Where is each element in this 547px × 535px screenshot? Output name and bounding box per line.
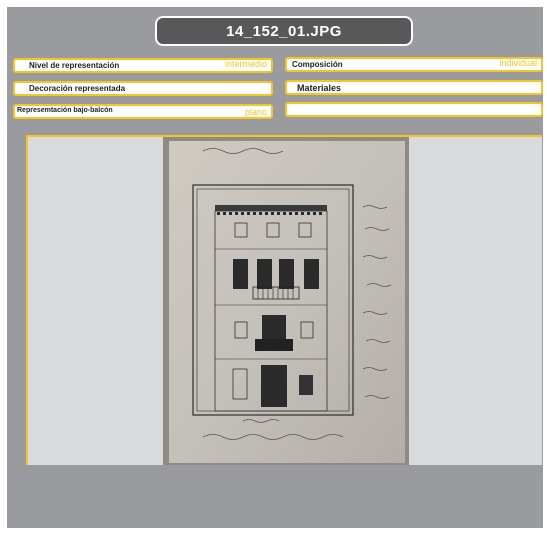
- field-label: Composición: [292, 60, 343, 69]
- field-value: plano: [244, 107, 267, 117]
- field-label: Nivel de representación: [29, 61, 120, 70]
- field-label: Materiales: [297, 83, 342, 93]
- field-representacion-bajo-balcon: Represemtación bajo-balcón plano: [13, 104, 273, 119]
- image-viewer: [26, 135, 542, 465]
- field-materiales: Materiales: [285, 80, 543, 95]
- field-decoracion-representada: Decoración representada: [13, 81, 273, 96]
- facade-drawing-photo: [163, 137, 409, 465]
- facade-drawing-illustration: [163, 137, 409, 465]
- field-label: Represemtación bajo-balcón: [17, 107, 113, 114]
- field-value: intermedio: [224, 59, 267, 69]
- field-label: Decoración representada: [29, 84, 126, 93]
- image-filename-title: 14_152_01.JPG: [155, 16, 413, 46]
- field-nivel-representacion: Nivel de representación intermedio: [13, 58, 273, 73]
- field-value: individual: [499, 58, 537, 68]
- field-empty: [285, 102, 543, 117]
- field-composicion: Composición individual: [285, 57, 543, 72]
- record-panel: 14_152_01.JPG Nivel de representación in…: [7, 7, 543, 528]
